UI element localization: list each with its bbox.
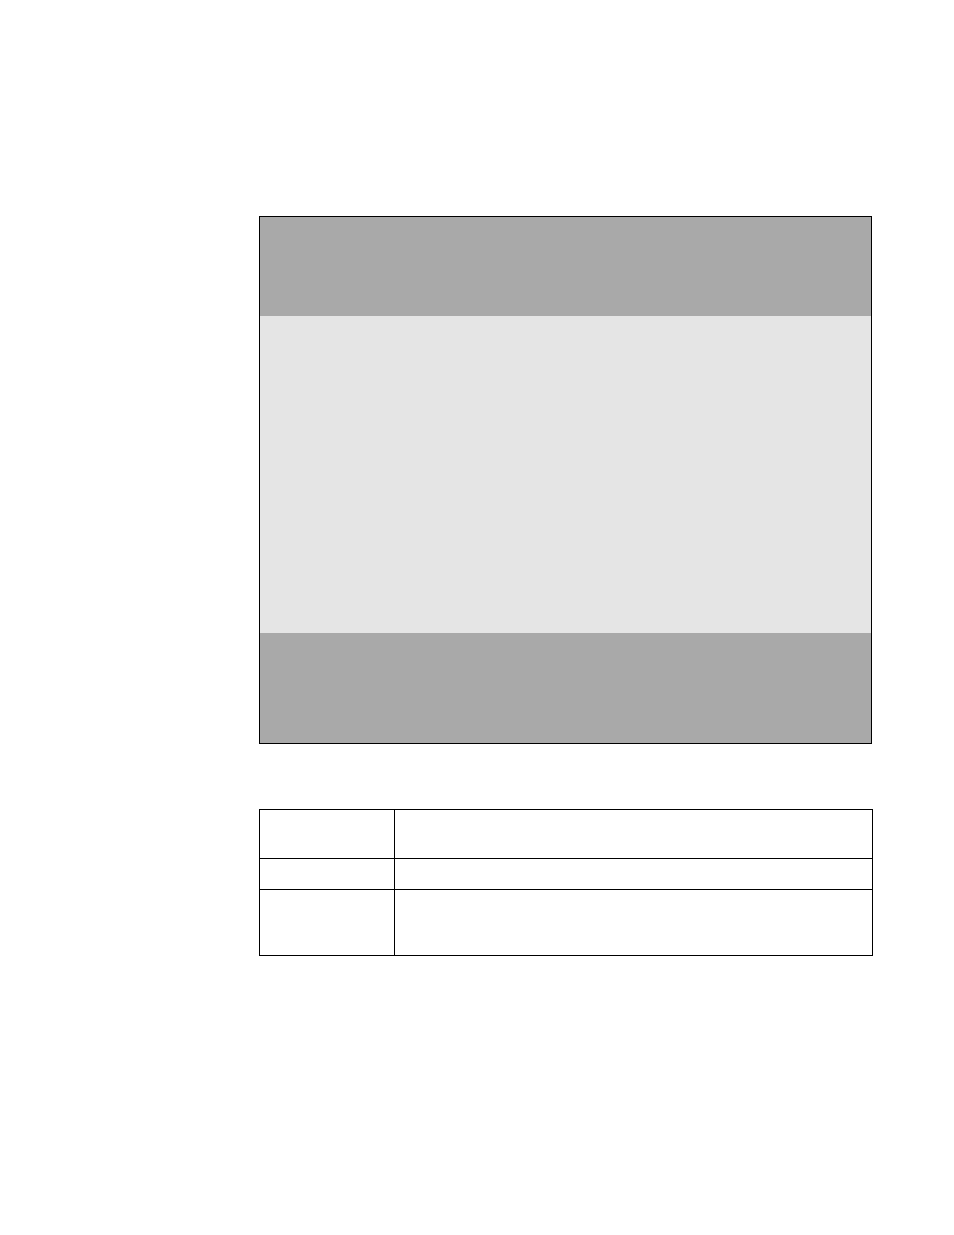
table-cell	[260, 859, 395, 890]
figure-band-bottom	[260, 633, 871, 743]
table-row	[260, 859, 873, 890]
table-cell	[395, 859, 873, 890]
table-cell	[395, 810, 873, 859]
data-table	[259, 809, 873, 956]
table-row	[260, 810, 873, 859]
figure-band-top	[260, 217, 871, 316]
table-cell	[260, 890, 395, 956]
table-cell	[260, 810, 395, 859]
figure-box	[259, 216, 872, 744]
page	[0, 0, 954, 1235]
table-row	[260, 890, 873, 956]
table-cell	[395, 890, 873, 956]
figure-band-middle	[260, 316, 871, 633]
